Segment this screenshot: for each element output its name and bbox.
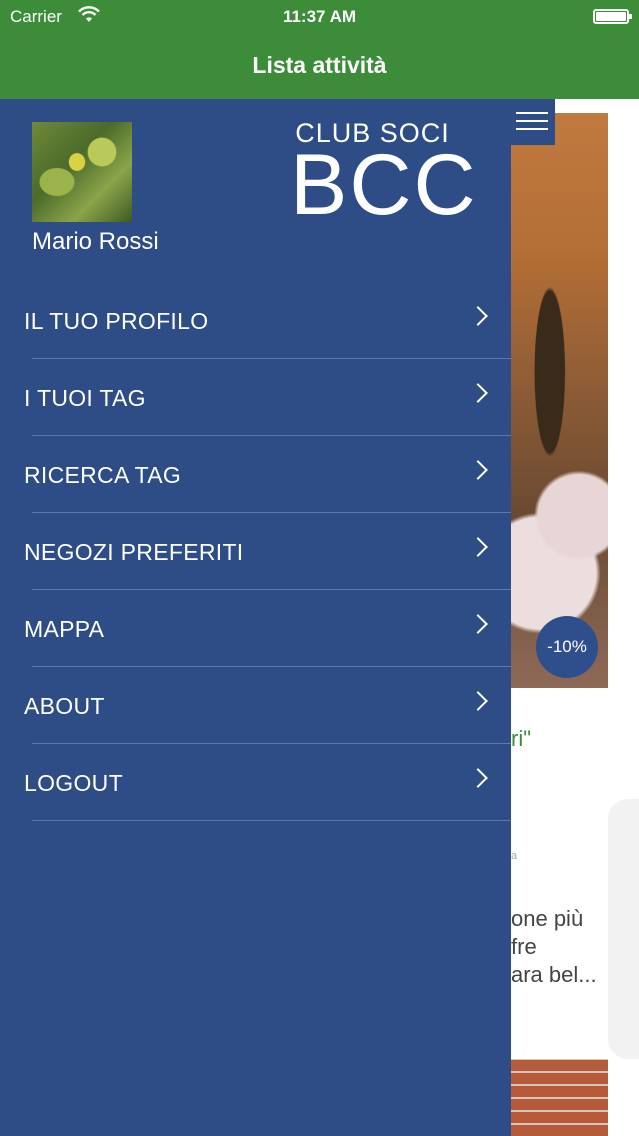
description-line: ara bel... — [511, 962, 597, 987]
logo-main-text: BCC — [290, 137, 478, 233]
menu-item-my-tags[interactable]: I TUOI TAG — [0, 359, 511, 436]
hamburger-line — [516, 120, 548, 122]
chevron-right-icon — [468, 691, 488, 711]
menu-item-label: LOGOUT — [24, 770, 123, 796]
discount-badge: -10% — [536, 616, 598, 678]
drawer-menu: IL TUO PROFILO I TUOI TAG RICERCA TAG NE… — [0, 282, 511, 821]
side-menu-drawer: Mario Rossi CLUB SOCI BCC IL TUO PROFILO… — [0, 99, 511, 1136]
activity-meta-fragment: a — [511, 850, 518, 862]
menu-item-label: I TUOI TAG — [24, 385, 146, 411]
top-bar: Carrier 11:37 AM Lista attività — [0, 0, 639, 99]
chevron-right-icon — [468, 768, 488, 788]
activity-title-fragment: ri" — [511, 726, 532, 751]
page-title: Lista attività — [252, 52, 387, 78]
activity-photo[interactable] — [511, 1059, 608, 1136]
activity-photo[interactable] — [511, 113, 608, 688]
chevron-right-icon — [468, 537, 488, 557]
avatar[interactable] — [32, 122, 132, 222]
menu-item-label: NEGOZI PREFERITI — [24, 539, 244, 565]
chevron-right-icon — [468, 460, 488, 480]
menu-item-map[interactable]: MAPPA — [0, 590, 511, 667]
battery-icon — [593, 9, 632, 24]
description-line: fre — [511, 934, 537, 959]
menu-item-label: IL TUO PROFILO — [24, 308, 209, 334]
decorative-shape — [608, 799, 639, 1059]
chevron-right-icon — [468, 306, 488, 326]
menu-item-profile[interactable]: IL TUO PROFILO — [0, 282, 511, 359]
hamburger-menu-icon[interactable] — [511, 99, 555, 145]
chevron-right-icon — [468, 614, 488, 634]
hamburger-line — [516, 128, 548, 130]
menu-item-favorite-shops[interactable]: NEGOZI PREFERITI — [0, 513, 511, 590]
menu-item-label: MAPPA — [24, 616, 105, 642]
background-content: -10% ri" a one più fre ara bel... — [511, 99, 639, 1136]
user-name: Mario Rossi — [32, 228, 159, 255]
club-soci-bcc-logo: CLUB SOCI BCC — [290, 119, 478, 233]
menu-item-logout[interactable]: LOGOUT — [0, 744, 511, 821]
divider — [32, 820, 511, 821]
description-line: one più — [511, 906, 584, 931]
menu-item-about[interactable]: ABOUT — [0, 667, 511, 744]
menu-item-label: RICERCA TAG — [24, 462, 182, 488]
menu-item-label: ABOUT — [24, 693, 105, 719]
status-time: 11:37 AM — [282, 7, 357, 26]
activity-description-fragment: one più fre ara bel... — [511, 905, 597, 989]
hamburger-line — [516, 112, 548, 114]
status-bar: Carrier 11:37 AM — [0, 0, 639, 34]
menu-item-search-tag[interactable]: RICERCA TAG — [0, 436, 511, 513]
chevron-right-icon — [468, 383, 488, 403]
